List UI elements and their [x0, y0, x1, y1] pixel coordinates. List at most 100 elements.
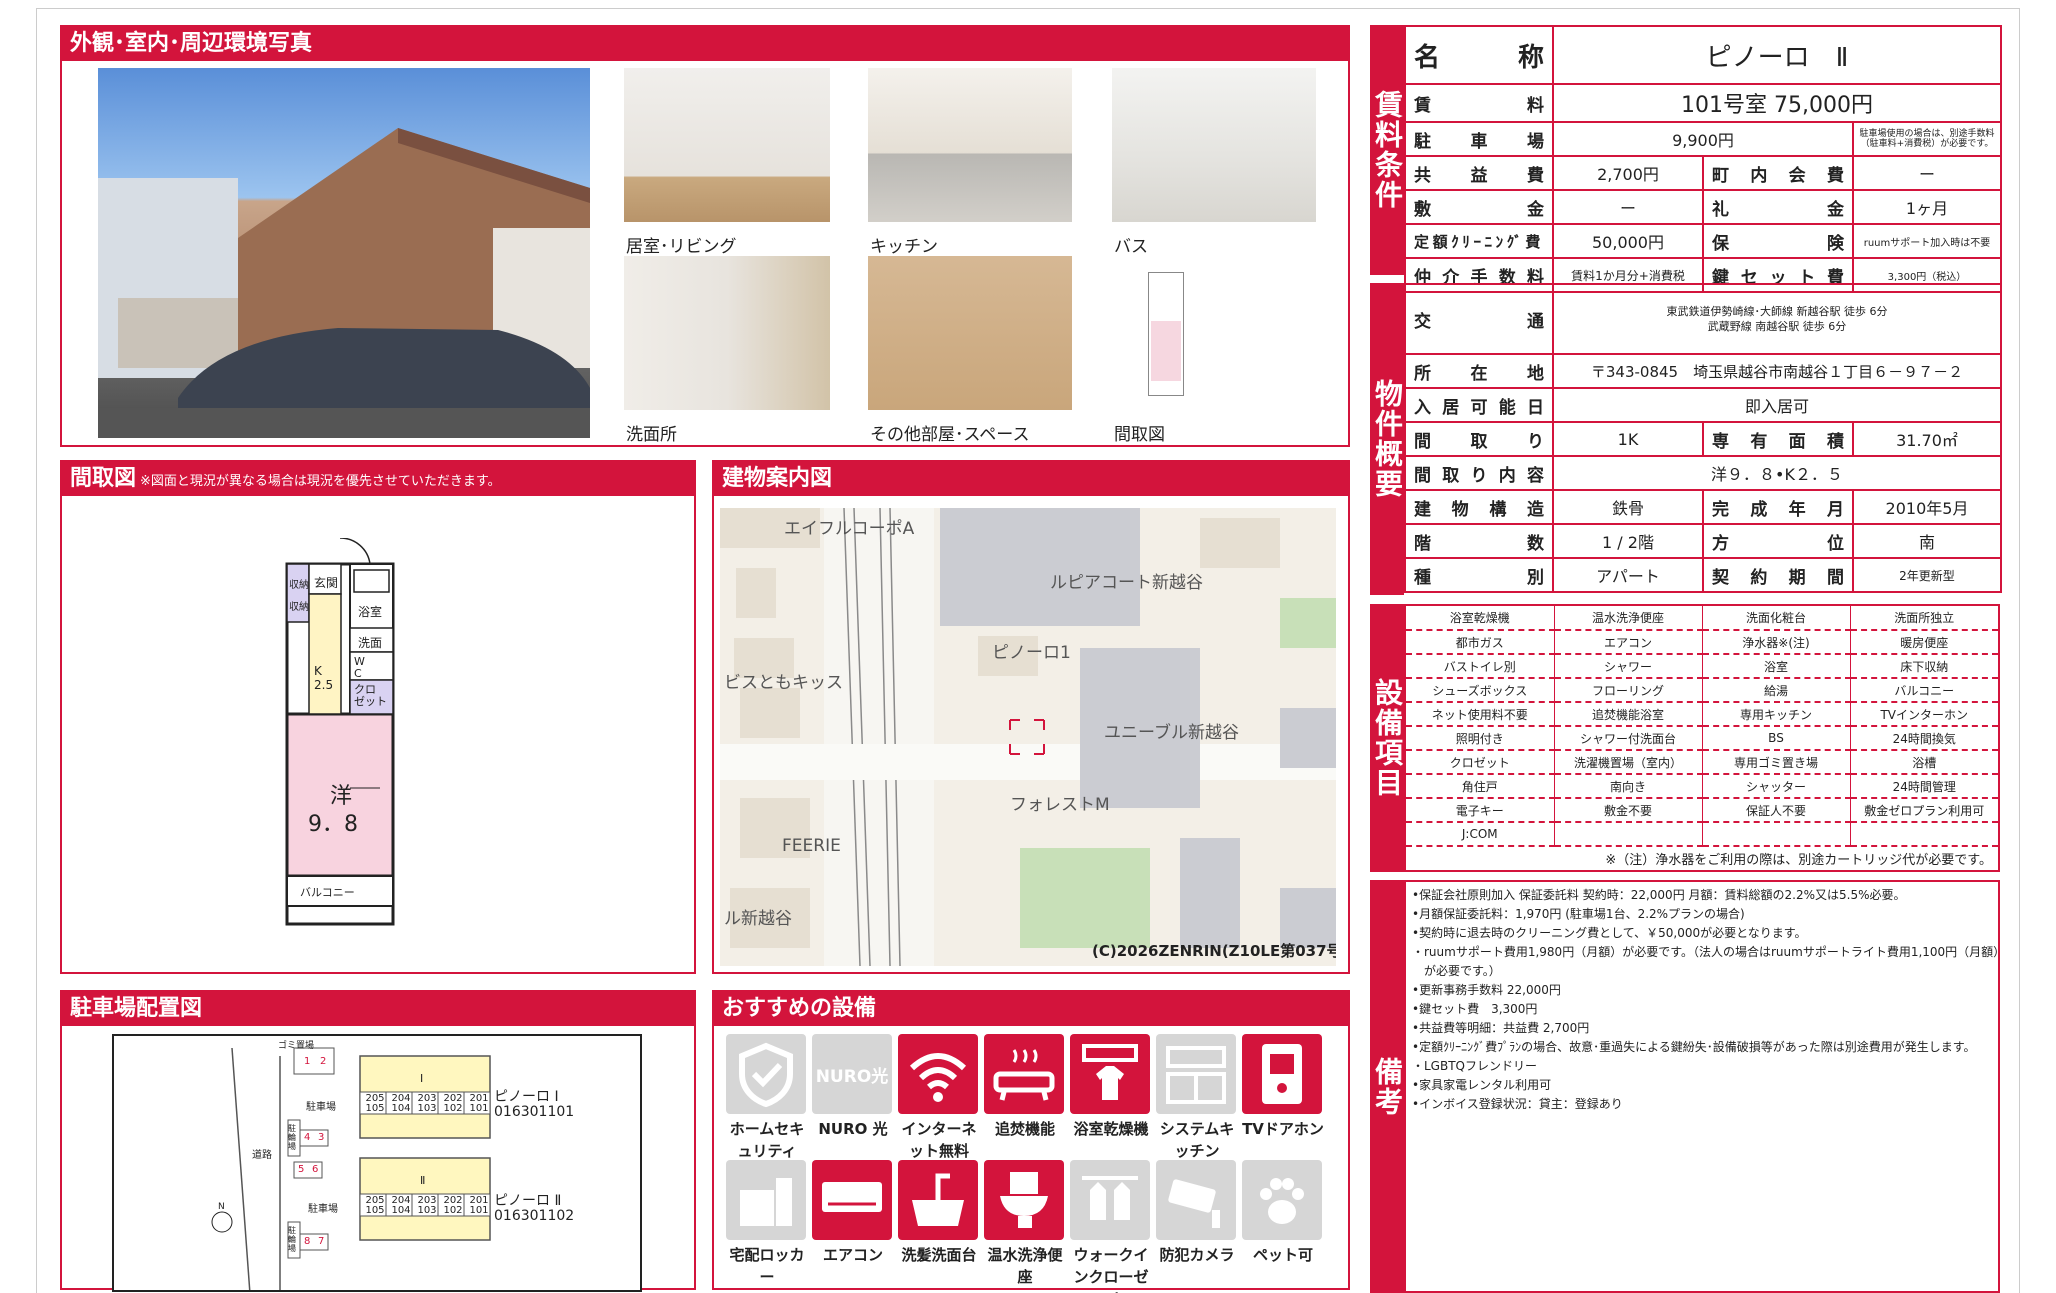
- aircon-icon: [812, 1160, 892, 1240]
- pk-parking-1: 駐車場: [306, 1102, 336, 1113]
- equipment-cell: ネット使用料不要: [1406, 702, 1555, 727]
- equipment-cell: 敷金不要: [1554, 798, 1703, 823]
- pk-spot-7: 7: [318, 1236, 325, 1247]
- map-area[interactable]: エイフルコーポA ルピアコート新越谷 ビスともキッス ピノーロ1 ユニーブル新越…: [720, 508, 1336, 966]
- property-name: ピノーロ Ⅱ: [1552, 25, 2002, 85]
- equipment-cell: クロゼット: [1406, 750, 1555, 775]
- equipment-cell: 洗面所独立: [1850, 606, 1998, 631]
- common-fee-value: 2,700円: [1552, 155, 1704, 191]
- recommended-item: NURO光 NURO 光: [812, 1034, 894, 1140]
- caption-bath: バス: [1114, 237, 1148, 257]
- pk-b1: Ⅰ: [420, 1072, 424, 1085]
- recommended-item: ホームセキュリティ: [726, 1034, 808, 1162]
- parking-map: ゴミ置場 1 2 駐車場 4 3 5 6 駐車場 8 7 駐輪場 駐輪場 道路 …: [112, 1034, 642, 1292]
- locker-icon: [726, 1160, 806, 1240]
- recommended-item: 防犯カメラ: [1156, 1160, 1238, 1266]
- equipment-cell: 浴槽: [1850, 750, 1998, 775]
- equipment-cell: BS: [1702, 726, 1851, 751]
- direction-label: 方位: [1702, 523, 1854, 559]
- remark-line: ・LGBTQフレンドリー: [1412, 1059, 1537, 1073]
- equipment-cell: [1850, 822, 1998, 847]
- deposit-value: ー: [1552, 189, 1704, 225]
- equipment-row: J:COM: [1406, 822, 1998, 847]
- equipment-cell: 浄水器※(注): [1702, 630, 1851, 655]
- pk-road: 道路: [252, 1150, 272, 1161]
- equipment-cell: 暖房便座: [1850, 630, 1998, 655]
- recommended-title: おすすめの設備: [714, 992, 1348, 1026]
- recommended-item: ペット可: [1242, 1160, 1324, 1266]
- pk-spot-8: 8: [304, 1236, 311, 1247]
- equipment-tab: 設備項目: [1370, 604, 1404, 872]
- fp-wash: 洗面: [358, 636, 383, 650]
- nuro-icon: NURO光: [812, 1034, 892, 1114]
- equipment-cell: 専用ゴミ置き場: [1702, 750, 1851, 775]
- equipment-cell: シューズボックス: [1406, 678, 1555, 703]
- common-fee-label: 共益費: [1404, 155, 1554, 191]
- move-in-label: 入居可能日: [1404, 387, 1554, 423]
- tile-text: NURO光: [815, 1066, 889, 1087]
- kitchen-icon: [1156, 1034, 1236, 1114]
- remark-line: •定額ｸﾘｰﾆﾝｸﾞ費ﾌﾟﾗﾝの場合、故意･重過失による鍵紛失･設備破損等があっ…: [1412, 1040, 1976, 1054]
- layout-value: 1K: [1552, 421, 1704, 457]
- remark-line: •保証会社原則加入 保証委託料 契約時：22,000円 月額：賃料総額の2.2%…: [1412, 888, 1906, 902]
- map-copyright: (C)2026ZENRIN(Z10LE第037号): [1092, 942, 1336, 960]
- rent-label: 賃料: [1404, 83, 1554, 123]
- map-label-shinkoshigaya: ル新越谷: [724, 909, 792, 929]
- equipment-cell: 専用キッチン: [1702, 702, 1851, 727]
- recommended-label: 宅配ロッカー: [729, 1246, 805, 1286]
- built-label: 完成年月: [1702, 489, 1854, 525]
- washbasin-icon: [898, 1160, 978, 1240]
- layout-detail-value: 洋９．８•K２．５: [1552, 455, 2002, 491]
- equipment-row: シューズボックス フローリング 給湯 バルコニー: [1406, 678, 1998, 703]
- equipment-row: クロゼット 洗濯機置場（室内） 専用ゴミ置き場 浴槽: [1406, 750, 1998, 775]
- map-label-pinoro: ピノーロ1: [992, 643, 1071, 663]
- equipment-cell: 都市ガス: [1406, 630, 1555, 655]
- living-room-photo: [624, 68, 830, 222]
- recommended-label: エアコン: [822, 1246, 883, 1264]
- recommended-item: 洗髪洗面台: [898, 1160, 980, 1266]
- parking-fee-value: 9,900円: [1552, 121, 1854, 157]
- equipment-cell: 電子キー: [1406, 798, 1555, 823]
- fp-room-size: 9．8: [308, 812, 358, 837]
- pk-parking-2: 駐車場: [308, 1204, 338, 1215]
- key-money-label: 礼金: [1702, 189, 1854, 225]
- closet-icon: [1070, 1160, 1150, 1240]
- recommended-item: 浴室乾燥機: [1070, 1034, 1152, 1140]
- recommended-label: 防犯カメラ: [1159, 1246, 1235, 1264]
- remark-line: •鍵セット費 3,300円: [1412, 1002, 1538, 1016]
- fp-storage2: 収納: [289, 602, 309, 613]
- contract-label: 契約期間: [1702, 557, 1854, 593]
- equipment-row: 照明付き シャワー付洗面台 BS 24時間換気: [1406, 726, 1998, 751]
- equipment-cell: シャワー付洗面台: [1554, 726, 1703, 751]
- recommended-item: システムキッチン: [1156, 1034, 1238, 1162]
- type-value: アパート: [1552, 557, 1704, 593]
- map-label-bistomo: ビスともキッス: [724, 673, 843, 693]
- transport-label: 交通: [1404, 283, 1554, 355]
- bath-photo: [1112, 68, 1316, 222]
- town-fee-label: 町内会費: [1702, 155, 1854, 191]
- equipment-cell: 24時間換気: [1850, 726, 1998, 751]
- caption-floorplan: 間取図: [1114, 425, 1165, 445]
- recommended-item: ウォークインクローゼット: [1070, 1160, 1152, 1293]
- recommended-label: 浴室乾燥機: [1073, 1120, 1149, 1138]
- equipment-cell: 追焚機能浴室: [1554, 702, 1703, 727]
- equipment-cell: 保証人不要: [1702, 798, 1851, 823]
- transport-line-1: 東武鉄道伊勢崎線･大師線 新越谷駅 徒歩 6分: [1666, 305, 1888, 318]
- equipment-cell: J:COM: [1406, 822, 1555, 847]
- floorplan-thumb: [1148, 272, 1184, 396]
- fp-bath: 浴室: [358, 605, 383, 619]
- recommended-label: 洗髪洗面台: [901, 1246, 977, 1264]
- area-label: 専有面積: [1702, 421, 1854, 457]
- remarks-tab: 備考: [1370, 880, 1404, 1293]
- kitchen-photo: [868, 68, 1072, 222]
- equipment-cell: 浴室乾燥機: [1406, 606, 1555, 631]
- equipment-cell: 温水洗浄便座: [1554, 606, 1703, 631]
- equipment-box: 浴室乾燥機 温水洗浄便座 洗面化粧台 洗面所独立 都市ガス エアコン 浄水器※(注) 暖房便座…: [1404, 604, 2000, 872]
- equipment-cell: [1554, 822, 1703, 847]
- rent-table: 名 称 ピノーロ Ⅱ 賃料 101号室 75,000円 駐車場 9,900円 駐…: [1404, 25, 2002, 293]
- fp-storage1: 収納: [289, 580, 309, 591]
- recommended-label: インターネット無料: [901, 1120, 977, 1160]
- pk-rooms-lower-1: 105 104 103 102 101: [365, 1103, 489, 1114]
- fp-entrance: 玄関: [314, 576, 339, 590]
- pk-spot-1: 1: [304, 1056, 311, 1067]
